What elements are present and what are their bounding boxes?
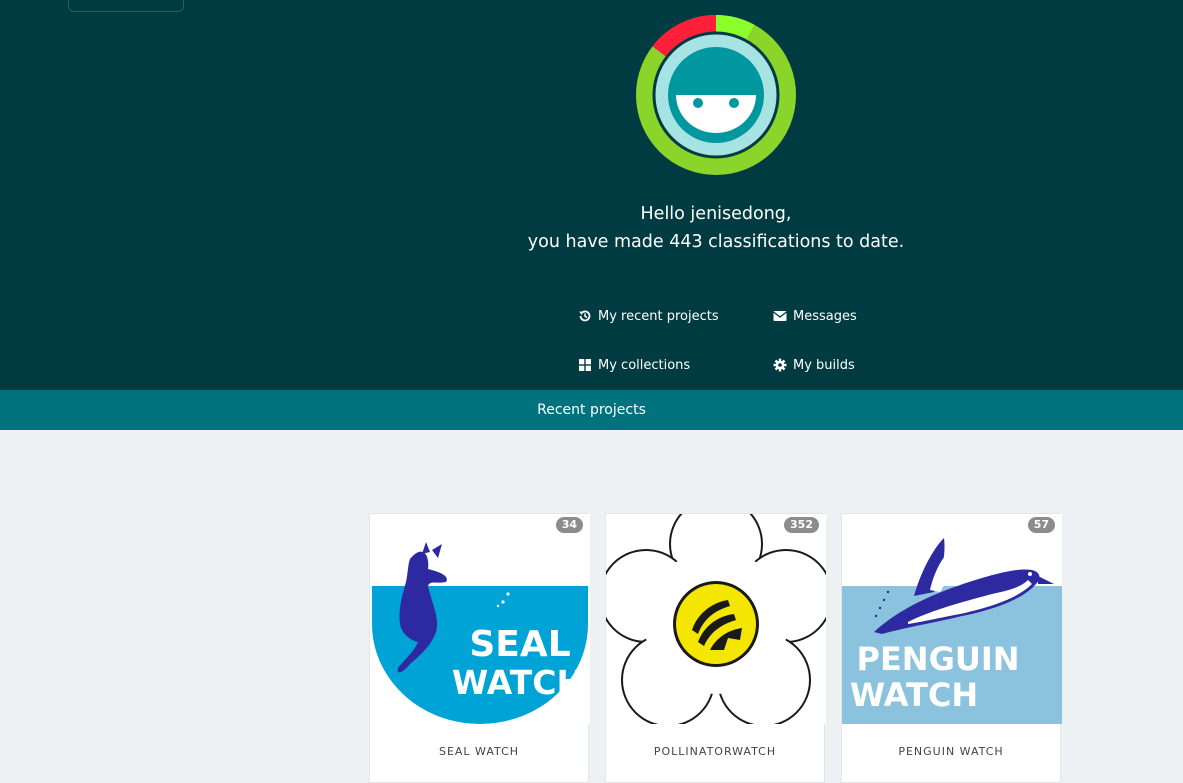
project-thumbnail: PENGUIN WATCH: [842, 514, 1062, 724]
seal-logo-word-2: WATCH: [452, 663, 584, 702]
greeting-line-2: you have made 443 classifications to dat…: [527, 232, 905, 252]
recent-projects-title: Recent projects: [537, 402, 646, 418]
project-name: POLLINATORWATCH: [653, 745, 777, 758]
messages-label: Messages: [793, 308, 857, 324]
project-name: SEAL WATCH: [438, 745, 520, 758]
seal-logo-word-1: SEAL: [469, 624, 570, 665]
messages-link[interactable]: Messages: [773, 306, 857, 326]
project-thumbnail: SEAL WATCH: [370, 514, 590, 724]
grid-icon: [579, 359, 591, 371]
gear-icon: [773, 358, 787, 372]
top-left-button[interactable]: [68, 0, 184, 12]
seal-watch-logo: SEAL WATCH: [370, 514, 590, 724]
my-collections-label: My collections: [598, 357, 691, 373]
user-avatar[interactable]: [636, 15, 796, 175]
project-card-seal-watch[interactable]: SEAL WATCH 34 SEAL WATCH: [369, 513, 590, 783]
user-header: Hello jenisedong, you have made 443 clas…: [0, 0, 1183, 390]
my-recent-projects-link[interactable]: My recent projects: [578, 306, 719, 326]
history-icon: [579, 310, 591, 322]
classification-count-badge: 57: [1027, 517, 1055, 533]
greeting: Hello jenisedong, you have made 443 clas…: [416, 200, 1016, 256]
my-builds-label: My builds: [793, 357, 855, 373]
penguin-logo-word-1: PENGUIN: [856, 640, 1019, 678]
project-thumbnail: [606, 514, 826, 724]
greeting-line-1: Hello jenisedong,: [640, 204, 792, 224]
my-builds-link[interactable]: My builds: [773, 355, 855, 375]
project-card-pollinatorwatch[interactable]: 352 POLLINATORWATCH: [605, 513, 826, 783]
classification-count-badge: 34: [555, 517, 583, 533]
classification-count-badge: 352: [784, 517, 819, 533]
my-recent-projects-label: My recent projects: [598, 308, 719, 324]
penguin-logo-word-2: WATCH: [850, 676, 978, 714]
pollinatorwatch-logo: [606, 514, 826, 724]
envelope-icon: [773, 311, 787, 321]
project-card-penguin-watch[interactable]: PENGUIN WATCH 57 PENGUIN WATCH: [841, 513, 1062, 783]
penguin-watch-logo: PENGUIN WATCH: [842, 514, 1062, 724]
project-name: PENGUIN WATCH: [898, 745, 1004, 758]
recent-projects-header: Recent projects: [0, 390, 1183, 430]
my-collections-link[interactable]: My collections: [578, 355, 690, 375]
